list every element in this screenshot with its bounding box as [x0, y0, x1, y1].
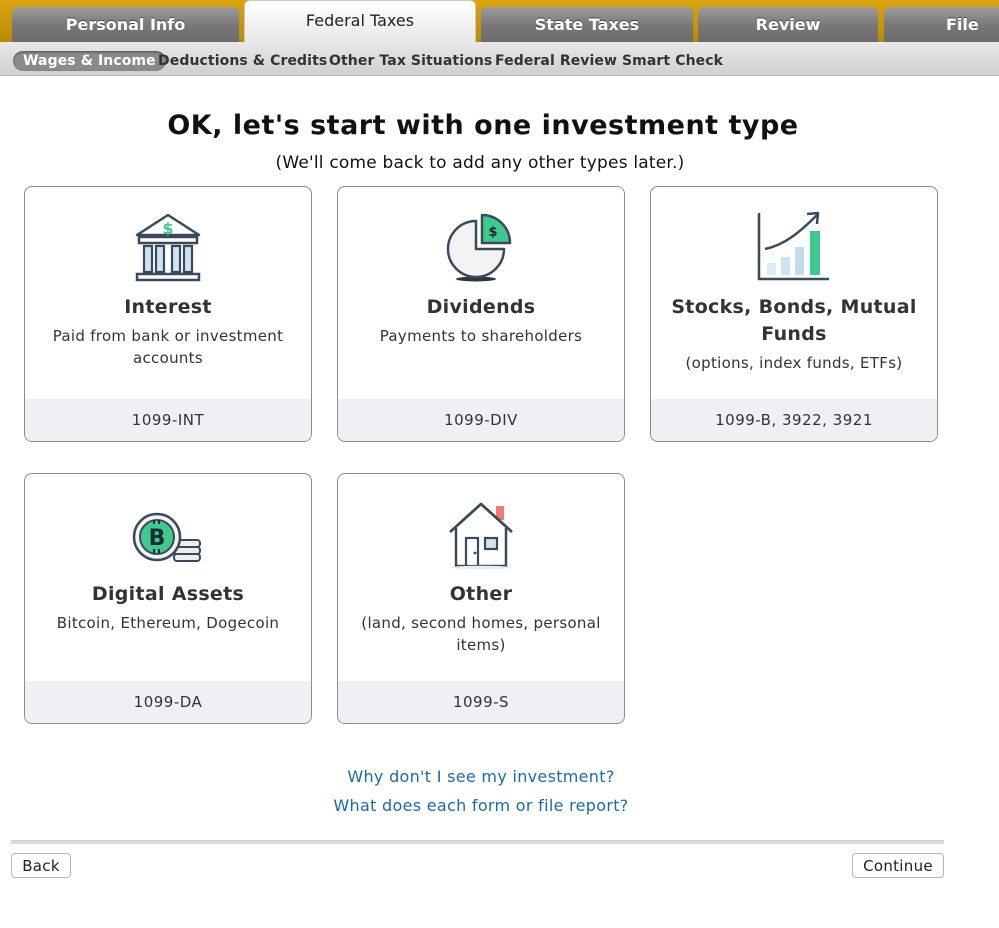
bank-icon: $	[25, 211, 311, 283]
card-dividends[interactable]: $ Dividends Payments to shareholders 109…	[337, 186, 625, 442]
tab-file[interactable]: File	[884, 7, 999, 42]
card-title: Interest	[124, 296, 212, 318]
card-title: Other	[449, 583, 513, 605]
card-description: Payments to shareholders	[379, 327, 583, 345]
house-icon	[338, 500, 624, 570]
subtab-deductions-credits[interactable]: Deductions & Credits	[158, 51, 327, 71]
card-interest[interactable]: $ Interest Paid from bank or investment …	[24, 186, 312, 442]
card-forms: 1099-B, 3922, 3921	[651, 399, 937, 441]
svg-text:$: $	[488, 225, 497, 240]
bitcoin-coins-icon: B	[25, 510, 311, 566]
card-description: Bitcoin, Ethereum, Dogecoin	[56, 614, 280, 632]
growth-chart-icon	[651, 209, 937, 283]
pie-chart-dollar-icon: $	[338, 211, 624, 283]
card-description: Paid from bank or investment accounts	[52, 327, 284, 367]
tab-state-taxes[interactable]: State Taxes	[481, 7, 693, 42]
back-button[interactable]: Back	[11, 853, 71, 878]
card-description: (land, second homes, personal items)	[361, 614, 601, 654]
divider	[11, 840, 944, 844]
card-title: Stocks, Bonds, Mutual Funds	[671, 296, 917, 345]
card-digital-assets[interactable]: B Digital Assets Bitcoin, Ethereum, Doge…	[24, 473, 312, 724]
top-tab-bar: Personal Info Federal Taxes State Taxes …	[0, 0, 999, 42]
page-subtitle: (We'll come back to add any other types …	[275, 153, 685, 173]
card-title: Dividends	[426, 296, 536, 318]
card-stocks-bonds-mutual-funds[interactable]: Stocks, Bonds, Mutual Funds (options, in…	[650, 186, 938, 442]
subtab-wages-income[interactable]: Wages & Income	[13, 51, 166, 71]
tab-federal-taxes[interactable]: Federal Taxes	[244, 0, 476, 42]
svg-text:B: B	[149, 526, 166, 551]
card-description: (options, index funds, ETFs)	[685, 354, 903, 372]
continue-button[interactable]: Continue	[852, 853, 944, 878]
tab-review[interactable]: Review	[698, 7, 878, 42]
card-forms: 1099-DA	[25, 681, 311, 723]
why-not-see-investment-link[interactable]: Why don't I see my investment?	[0, 767, 962, 786]
tab-personal-info[interactable]: Personal Info	[12, 7, 239, 42]
card-title: Digital Assets	[91, 583, 245, 605]
what-each-form-reports-link[interactable]: What does each form or file report?	[0, 796, 962, 815]
subtab-other-tax-situations[interactable]: Other Tax Situations	[329, 51, 492, 71]
card-forms: 1099-INT	[25, 399, 311, 441]
page-title: OK, let's start with one investment type	[167, 110, 799, 141]
sub-tab-bar: Wages & Income Deductions & Credits Othe…	[0, 42, 999, 76]
card-forms: 1099-DIV	[338, 399, 624, 441]
svg-text:$: $	[162, 219, 173, 238]
card-forms: 1099-S	[338, 681, 624, 723]
subtab-smart-check[interactable]: Smart Check	[622, 51, 723, 71]
subtab-federal-review[interactable]: Federal Review	[495, 51, 617, 71]
card-other[interactable]: Other (land, second homes, personal item…	[337, 473, 625, 724]
